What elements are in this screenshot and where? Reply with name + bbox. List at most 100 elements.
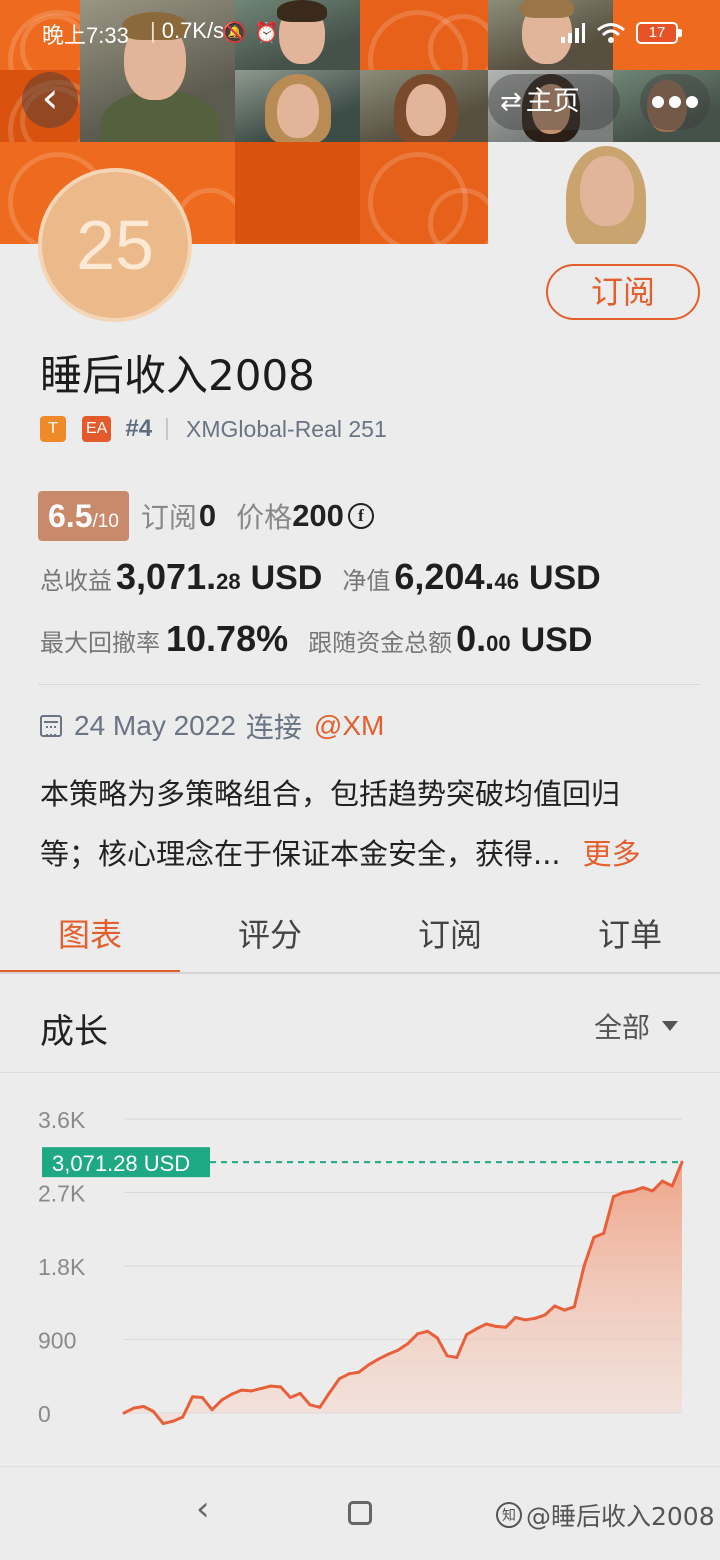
data-point <box>435 1336 439 1340</box>
signal-icon <box>560 22 586 50</box>
mute-bell-icon: 🔕 <box>222 22 247 44</box>
tab-orders[interactable]: 订单 <box>540 902 720 974</box>
watermark: 知 @睡后收入2008 <box>496 1497 715 1533</box>
data-point <box>181 1415 185 1419</box>
data-point <box>572 1305 576 1309</box>
growth-area <box>124 1162 682 1424</box>
description-line: 本策略为多策略组合，包括趋势突破均值回归 <box>40 777 621 811</box>
data-point <box>426 1329 429 1333</box>
data-point <box>563 1308 566 1312</box>
follow-funds-decimals: 00 <box>486 631 511 656</box>
back-button[interactable]: ‹ <box>22 72 78 128</box>
subscribers-label: 订阅 <box>140 501 197 534</box>
wifi-icon <box>596 22 626 50</box>
growth-chart-area[interactable]: 3.6K 2.7K 1.8K 900 0 3,071.28 USD <box>0 1072 720 1466</box>
broker-link[interactable]: @XM <box>314 710 384 742</box>
tab-chart[interactable]: 图表 <box>0 902 180 974</box>
data-point <box>396 1348 400 1352</box>
data-point <box>298 1391 302 1395</box>
data-point <box>191 1395 194 1399</box>
data-point <box>347 1372 351 1376</box>
data-point <box>230 1392 234 1396</box>
coin-icon: f <box>347 503 374 529</box>
rating-chip: 6.5 /10 <box>38 491 129 541</box>
max-drawdown-value: 10.78% <box>166 618 289 659</box>
y-tick-label: 0 <box>38 1401 51 1427</box>
banner-photo <box>235 70 360 142</box>
data-point <box>543 1313 547 1317</box>
more-options-button[interactable] <box>640 74 710 130</box>
data-point <box>484 1322 488 1326</box>
data-point <box>200 1396 204 1399</box>
subscribers-value: 0 <box>198 498 217 533</box>
data-point <box>455 1356 459 1359</box>
watermark-text: @睡后收入2008 <box>526 1502 715 1531</box>
equity-decimals: 46 <box>494 569 519 594</box>
range-dropdown[interactable]: 全部 <box>594 1006 679 1046</box>
switch-arrows-icon: ⇄ <box>500 87 522 117</box>
zhihu-logo: 知 <box>496 1502 522 1528</box>
data-point <box>308 1403 312 1407</box>
tab-rating[interactable]: 评分 <box>180 902 360 974</box>
follow-funds-label: 跟随资金总额 <box>308 629 453 657</box>
total-profit-value: 3,071. <box>116 556 217 597</box>
caret-down-icon <box>662 1021 679 1031</box>
data-point <box>651 1189 655 1193</box>
total-profit-label: 总收益 <box>40 567 112 595</box>
data-point <box>445 1354 449 1358</box>
data-point <box>337 1377 341 1381</box>
data-point <box>533 1316 537 1320</box>
tab-subscriptions[interactable]: 订阅 <box>360 902 540 974</box>
data-point <box>377 1357 380 1361</box>
data-point <box>494 1324 498 1328</box>
data-point <box>680 1160 684 1164</box>
calendar-icon <box>40 715 62 737</box>
growth-chart[interactable]: 3.6K 2.7K 1.8K 900 0 3,071.28 USD <box>0 1073 720 1467</box>
data-point <box>416 1332 420 1336</box>
follow-funds-unit: USD <box>520 621 593 659</box>
nav-home-icon[interactable] <box>348 1501 372 1525</box>
description-line: 等；核心理念在于保证本金安全，获得... 更多 <box>40 824 690 884</box>
data-point <box>386 1352 390 1356</box>
max-drawdown-label: 最大回撤率 <box>40 629 160 657</box>
more-link[interactable]: 更多 <box>583 824 641 884</box>
switch-home-button[interactable]: ⇄ 主页 <box>488 74 620 130</box>
equity-value: 6,204. <box>394 556 495 597</box>
data-point <box>357 1370 361 1374</box>
rating-row: 6.5 /10 订阅 0 价格 200 f <box>38 490 374 542</box>
data-point <box>328 1391 332 1395</box>
data-point <box>670 1184 674 1188</box>
chevron-left-icon: ‹ <box>41 73 59 122</box>
y-tick-label: 3.6K <box>38 1107 86 1133</box>
separator <box>166 418 169 440</box>
alarm-clock-icon: ⏰ <box>254 22 279 44</box>
current-value-label: 3,071.28 USD <box>52 1151 190 1176</box>
server-name: XMGlobal-Real 251 <box>186 415 387 442</box>
data-point <box>612 1195 615 1199</box>
range-label: 全部 <box>594 1011 651 1044</box>
subscribe-button[interactable]: 订阅 <box>546 264 700 320</box>
data-point <box>504 1325 508 1329</box>
data-point <box>660 1179 664 1183</box>
data-point <box>269 1384 273 1388</box>
avatar[interactable]: 25 <box>38 168 192 322</box>
nav-back-icon[interactable]: ‹ <box>196 1489 210 1529</box>
data-point <box>602 1231 606 1235</box>
data-point <box>621 1191 625 1194</box>
data-point <box>288 1396 292 1399</box>
data-point <box>249 1389 253 1393</box>
data-point <box>142 1405 146 1408</box>
profit-row: 总收益 3,071. 28 USD 净值 6,204. 46 USD <box>40 556 601 598</box>
data-point <box>523 1318 527 1322</box>
data-point <box>367 1363 371 1367</box>
connect-label: 连接 <box>245 711 302 744</box>
data-point <box>582 1264 586 1268</box>
battery-icon: 17 <box>636 22 682 44</box>
follow-funds-value: 0. <box>456 618 487 659</box>
ea-badge: EA <box>82 416 112 442</box>
data-point <box>259 1387 263 1390</box>
network-speed: 0.7K/s <box>150 18 224 44</box>
system-nav-bar: ‹ 知 @睡后收入2008 <box>0 1466 720 1560</box>
data-point <box>132 1406 136 1410</box>
total-profit-unit: USD <box>250 559 323 597</box>
